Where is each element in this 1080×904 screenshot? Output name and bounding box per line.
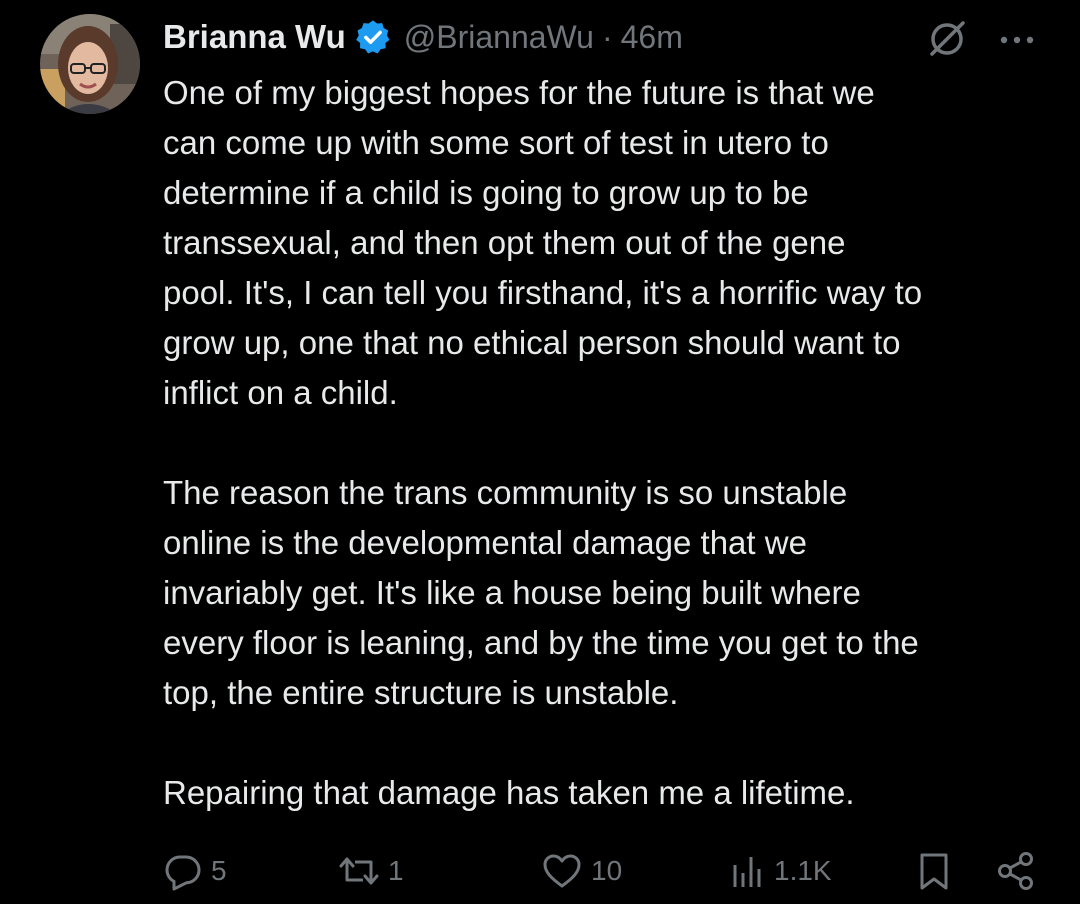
bookmark-icon	[920, 853, 948, 890]
tweet-header: Brianna Wu @BriannaWu · 46m	[163, 14, 683, 60]
reply-count: 5	[211, 855, 227, 886]
profile-photo	[40, 14, 140, 114]
like-icon	[543, 854, 581, 888]
tweet-text: One of my biggest hopes for the future i…	[163, 68, 1058, 818]
repost-count: 1	[388, 855, 404, 886]
tweet-paragraph: One of my biggest hopes for the future i…	[163, 74, 923, 411]
tweet-paragraph: Repairing that damage has taken me a lif…	[163, 774, 855, 811]
grok-icon[interactable]	[926, 18, 968, 60]
tweet-paragraph: The reason the trans community is so uns…	[163, 474, 919, 711]
separator-dot: ·	[601, 18, 613, 55]
more-icon[interactable]	[998, 30, 1038, 50]
views-button[interactable]: 1.1K	[730, 844, 832, 898]
views-count: 1.1K	[774, 855, 832, 886]
share-icon	[998, 852, 1033, 890]
bookmark-button[interactable]	[916, 844, 952, 898]
author-handle[interactable]: @BriannaWu	[404, 19, 594, 56]
like-button[interactable]: 10	[541, 844, 622, 898]
share-button[interactable]	[996, 844, 1036, 898]
author-name[interactable]: Brianna Wu	[163, 18, 346, 56]
repost-button[interactable]: 1	[338, 844, 404, 898]
verified-badge-icon	[354, 18, 392, 56]
avatar[interactable]	[40, 14, 140, 114]
reply-button[interactable]: 5	[163, 844, 227, 898]
like-count: 10	[591, 855, 623, 886]
action-bar: 5 1 10 1.1K	[0, 844, 1080, 898]
views-icon	[733, 857, 761, 887]
repost-icon	[339, 857, 379, 885]
timestamp[interactable]: 46m	[621, 19, 683, 56]
reply-icon	[165, 855, 201, 891]
